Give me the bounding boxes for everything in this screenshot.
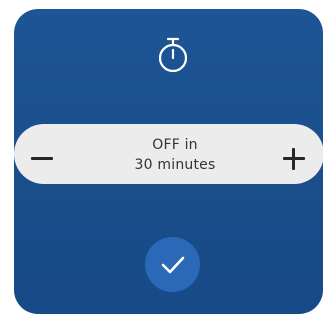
timer-status-line1: OFF in (152, 137, 198, 153)
stopwatch-icon (158, 37, 188, 73)
plus-icon-vertical[interactable] (292, 148, 295, 170)
confirm-button[interactable] (145, 237, 200, 292)
decrease-button[interactable] (28, 151, 56, 165)
timer-status: OFF in 30 minutes (100, 135, 250, 175)
minus-icon[interactable] (31, 156, 53, 160)
timer-status-line2: 30 minutes (134, 157, 216, 173)
increase-button[interactable] (280, 145, 308, 173)
checkmark-icon[interactable] (160, 255, 186, 275)
